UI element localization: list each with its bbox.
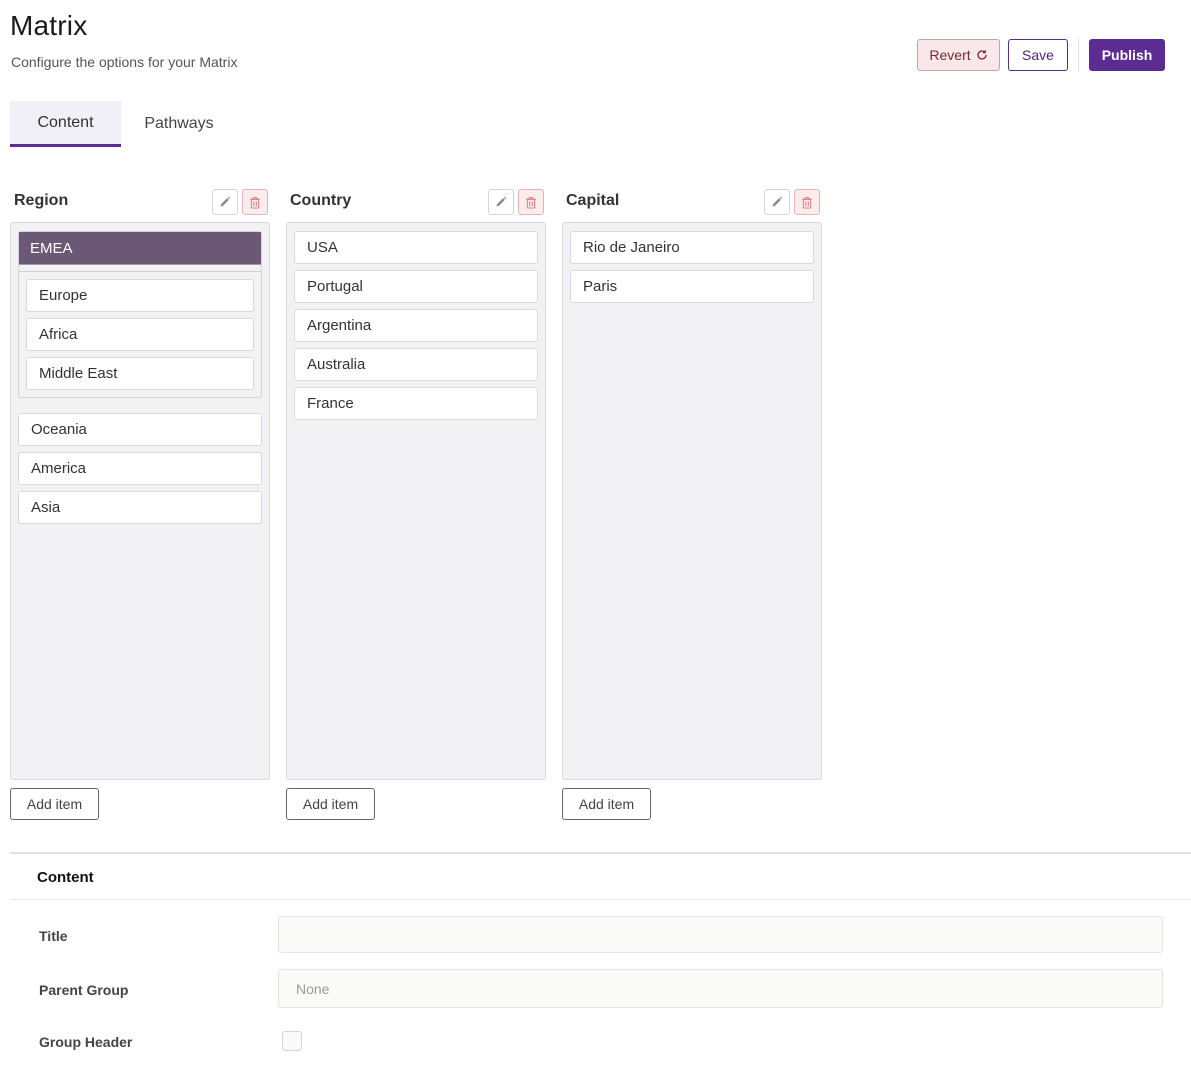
title-input[interactable] [278, 916, 1163, 953]
group-header[interactable]: EMEA [19, 232, 261, 265]
parent-group-label: Parent Group [39, 982, 129, 998]
column-items-box: Rio de Janeiro Paris [562, 222, 822, 780]
actions-divider [1078, 38, 1079, 72]
delete-column-button[interactable] [242, 189, 268, 215]
trash-icon [250, 196, 260, 209]
delete-column-button[interactable] [794, 189, 820, 215]
column-capital: Capital Rio de Janeiro Paris Add item [562, 186, 822, 820]
list-item[interactable]: USA [294, 231, 538, 264]
parent-group-select[interactable] [278, 969, 1163, 1008]
column-header: Region [10, 186, 270, 216]
column-items-box: EMEA Europe Africa Middle East Oceania A… [10, 222, 270, 780]
page-subtitle: Configure the options for your Matrix [11, 54, 238, 70]
column-region: Region EMEA Europe Africa Middle East Oc… [10, 186, 270, 820]
column-title: Country [290, 192, 352, 209]
list-item[interactable]: Middle East [26, 357, 254, 390]
add-item-button[interactable]: Add item [286, 788, 375, 820]
edit-column-button[interactable] [212, 189, 238, 215]
column-title: Region [14, 192, 69, 209]
pencil-icon [220, 196, 231, 207]
trash-icon [802, 196, 812, 209]
pencil-icon [496, 196, 507, 207]
list-item[interactable]: Australia [294, 348, 538, 381]
tab-bar: Content Pathways [10, 101, 237, 147]
pencil-icon [772, 196, 783, 207]
add-item-button[interactable]: Add item [562, 788, 651, 820]
edit-column-button[interactable] [488, 189, 514, 215]
tab-pathways[interactable]: Pathways [121, 101, 237, 147]
column-items-box: USA Portugal Argentina Australia France [286, 222, 546, 780]
top-actions: Revert Save Publish [917, 38, 1165, 72]
column-header: Country [286, 186, 546, 216]
refresh-icon [976, 49, 988, 61]
save-button[interactable]: Save [1008, 39, 1068, 71]
list-item[interactable]: Argentina [294, 309, 538, 342]
list-item[interactable]: Asia [18, 491, 262, 524]
list-item[interactable]: France [294, 387, 538, 420]
trash-icon [526, 196, 536, 209]
add-item-button[interactable]: Add item [10, 788, 99, 820]
list-item[interactable]: Africa [26, 318, 254, 351]
tab-content[interactable]: Content [10, 101, 121, 147]
edit-column-button[interactable] [764, 189, 790, 215]
group-header-label: Group Header [39, 1034, 133, 1050]
list-item[interactable]: Rio de Janeiro [570, 231, 814, 264]
page-title: Matrix [10, 10, 88, 41]
column-country: Country USA Portugal Argentina Australia… [286, 186, 546, 820]
item-group: EMEA Europe Africa Middle East [18, 231, 262, 398]
title-field-label: Title [39, 928, 68, 944]
revert-button[interactable]: Revert [917, 39, 1000, 71]
list-item[interactable]: Portugal [294, 270, 538, 303]
group-header-checkbox[interactable] [282, 1031, 302, 1051]
revert-label: Revert [929, 47, 971, 63]
list-item[interactable]: Paris [570, 270, 814, 303]
list-item[interactable]: Europe [26, 279, 254, 312]
section-separator [10, 899, 1191, 900]
group-items: Europe Africa Middle East [19, 271, 261, 397]
publish-button[interactable]: Publish [1089, 39, 1165, 71]
list-item[interactable]: Oceania [18, 413, 262, 446]
column-title: Capital [566, 192, 620, 209]
delete-column-button[interactable] [518, 189, 544, 215]
section-title: Content [37, 869, 94, 886]
column-header: Capital [562, 186, 822, 216]
section-divider [10, 852, 1191, 854]
list-item[interactable]: America [18, 452, 262, 485]
